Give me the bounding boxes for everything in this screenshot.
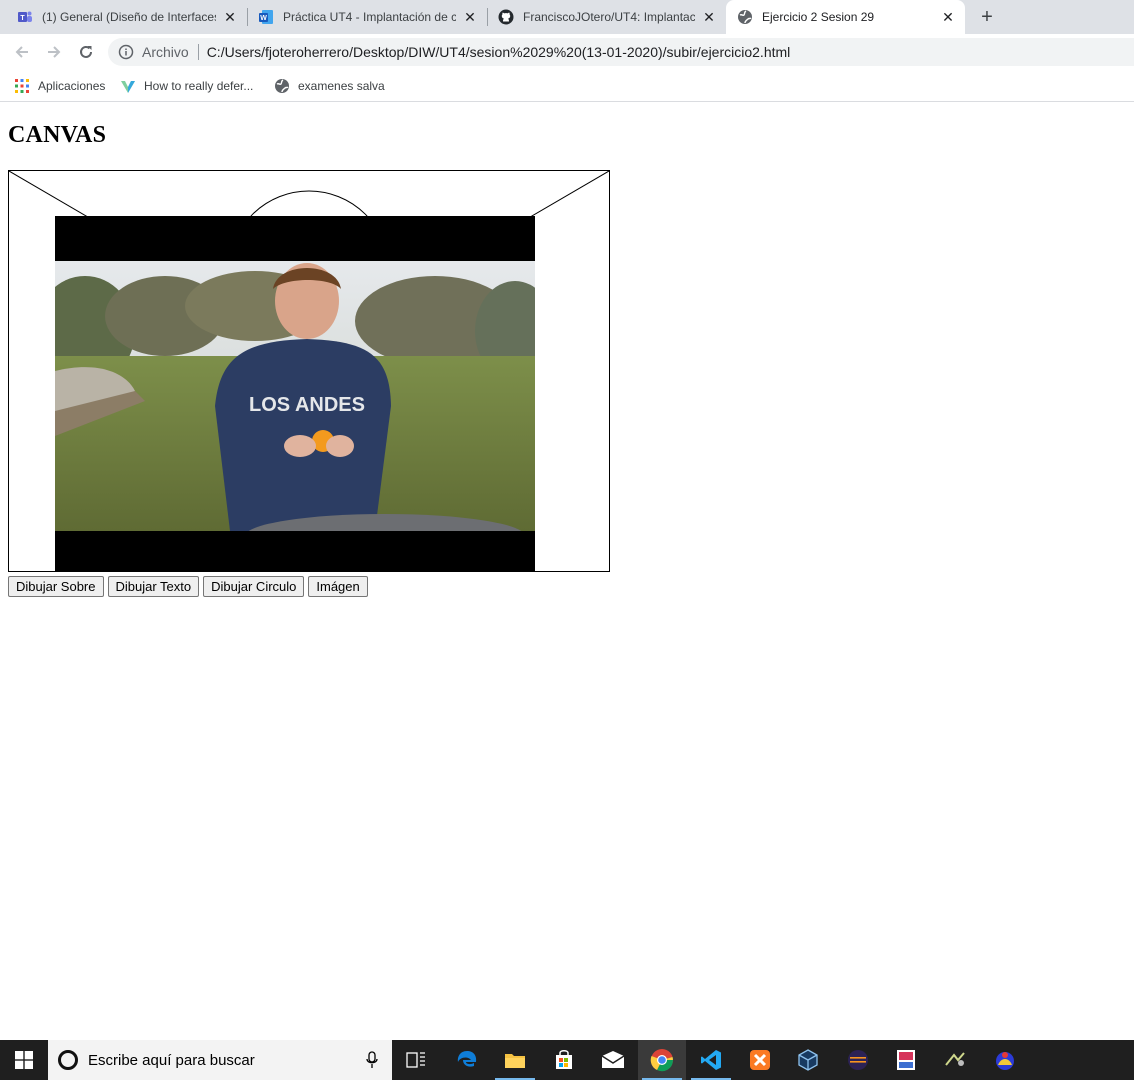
tab-close-icon[interactable]: ✕ — [940, 9, 956, 25]
video-frame[interactable]: LOS ANDES — [55, 216, 535, 571]
bookmark-apps[interactable]: Aplicaciones — [14, 76, 105, 96]
drawing-canvas[interactable]: LOS ANDES — [8, 170, 610, 572]
page-title: CANVAS — [8, 122, 107, 148]
draw-text-button[interactable]: Dibujar Texto — [107, 576, 200, 597]
forward-button[interactable] — [42, 40, 66, 64]
vuetify-icon — [120, 78, 136, 94]
bookmark-label: How to really defer... — [144, 79, 254, 93]
mail-icon[interactable] — [589, 1040, 637, 1080]
tab-active-ejercicio[interactable]: Ejercicio 2 Sesion 29 ✕ — [726, 0, 965, 34]
terminal-icon[interactable] — [931, 1040, 979, 1080]
address-url[interactable]: C:/Users/fjoteroherrero/Desktop/DIW/UT4/… — [207, 44, 791, 60]
tab-close-icon[interactable]: ✕ — [462, 9, 478, 25]
store-icon[interactable] — [540, 1040, 588, 1080]
teams-icon: T — [17, 9, 33, 25]
xampp-icon[interactable] — [736, 1040, 784, 1080]
image-button[interactable]: Imágen — [308, 576, 368, 597]
tab-word[interactable]: W Práctica UT4 - Implantación de c ✕ — [248, 0, 487, 34]
vscode-icon[interactable] — [687, 1040, 735, 1080]
tab-title: FranciscoJOtero/UT4: Implantació — [523, 10, 695, 24]
tab-title: Ejercicio 2 Sesion 29 — [762, 10, 875, 24]
vbox-manager-icon[interactable] — [882, 1040, 930, 1080]
app-icon[interactable] — [981, 1040, 1029, 1080]
tab-close-icon[interactable]: ✕ — [701, 9, 717, 25]
draw-envelope-button[interactable]: Dibujar Sobre — [8, 576, 104, 597]
tab-teams[interactable]: T (1) General (Diseño de Interfaces ✕ — [0, 0, 247, 34]
reload-icon — [80, 45, 92, 58]
cortana-icon — [58, 1050, 78, 1070]
tab-title: (1) General (Diseño de Interfaces — [42, 10, 216, 24]
bookmark-examenes-salva[interactable]: examenes salva — [274, 76, 385, 96]
shirt-print-text: LOS ANDES — [249, 394, 365, 416]
eclipse-icon[interactable] — [834, 1040, 882, 1080]
address-separator — [197, 44, 199, 60]
browser-toolbar: Archivo C:/Users/fjoteroherrero/Desktop/… — [0, 34, 1134, 70]
back-arrow-icon — [15, 46, 28, 58]
bookmark-label: Aplicaciones — [38, 79, 106, 93]
taskbar-search[interactable]: Escribe aquí para buscar — [48, 1040, 392, 1080]
bookmark-label: examenes salva — [298, 79, 385, 93]
forward-arrow-icon — [48, 46, 61, 58]
svg-text:W: W — [260, 15, 267, 22]
windows-taskbar: Escribe aquí para buscar — [0, 1040, 1134, 1080]
draw-circle-button[interactable]: Dibujar Circulo — [203, 576, 305, 597]
action-buttons: Dibujar Sobre Dibujar Texto Dibujar Circ… — [8, 576, 368, 597]
info-icon[interactable] — [118, 44, 134, 60]
globe-icon — [274, 78, 290, 94]
start-button[interactable] — [0, 1040, 48, 1080]
edge-icon[interactable] — [443, 1040, 491, 1080]
apps-grid-icon — [14, 78, 30, 94]
back-button[interactable] — [10, 40, 34, 64]
new-tab-button[interactable]: + — [976, 6, 998, 28]
chrome-icon[interactable] — [638, 1040, 686, 1080]
video-image: LOS ANDES — [55, 261, 535, 531]
virtualbox-icon[interactable] — [784, 1040, 832, 1080]
tab-title: Práctica UT4 - Implantación de c — [283, 10, 456, 24]
task-view-icon[interactable] — [392, 1040, 440, 1080]
file-explorer-icon[interactable] — [491, 1040, 539, 1080]
address-bar[interactable]: Archivo C:/Users/fjoteroherrero/Desktop/… — [108, 38, 1134, 66]
scheme-label: Archivo — [142, 44, 189, 60]
tab-strip: T (1) General (Diseño de Interfaces ✕ W … — [0, 0, 1134, 34]
tab-github[interactable]: FranciscoJOtero/UT4: Implantació ✕ — [488, 0, 726, 34]
reload-button[interactable] — [74, 40, 98, 64]
windows-logo-icon — [15, 1051, 33, 1069]
search-placeholder: Escribe aquí para buscar — [88, 1051, 255, 1069]
word-icon: W — [258, 9, 274, 25]
microphone-icon — [366, 1051, 378, 1068]
tab-close-icon[interactable]: ✕ — [222, 9, 238, 25]
globe-icon — [737, 9, 753, 25]
bookmarks-bar: Aplicaciones How to really defer... exam… — [0, 70, 1134, 102]
svg-text:T: T — [20, 15, 25, 22]
github-icon — [498, 9, 514, 25]
bookmark-how-to-defer[interactable]: How to really defer... — [120, 76, 253, 96]
